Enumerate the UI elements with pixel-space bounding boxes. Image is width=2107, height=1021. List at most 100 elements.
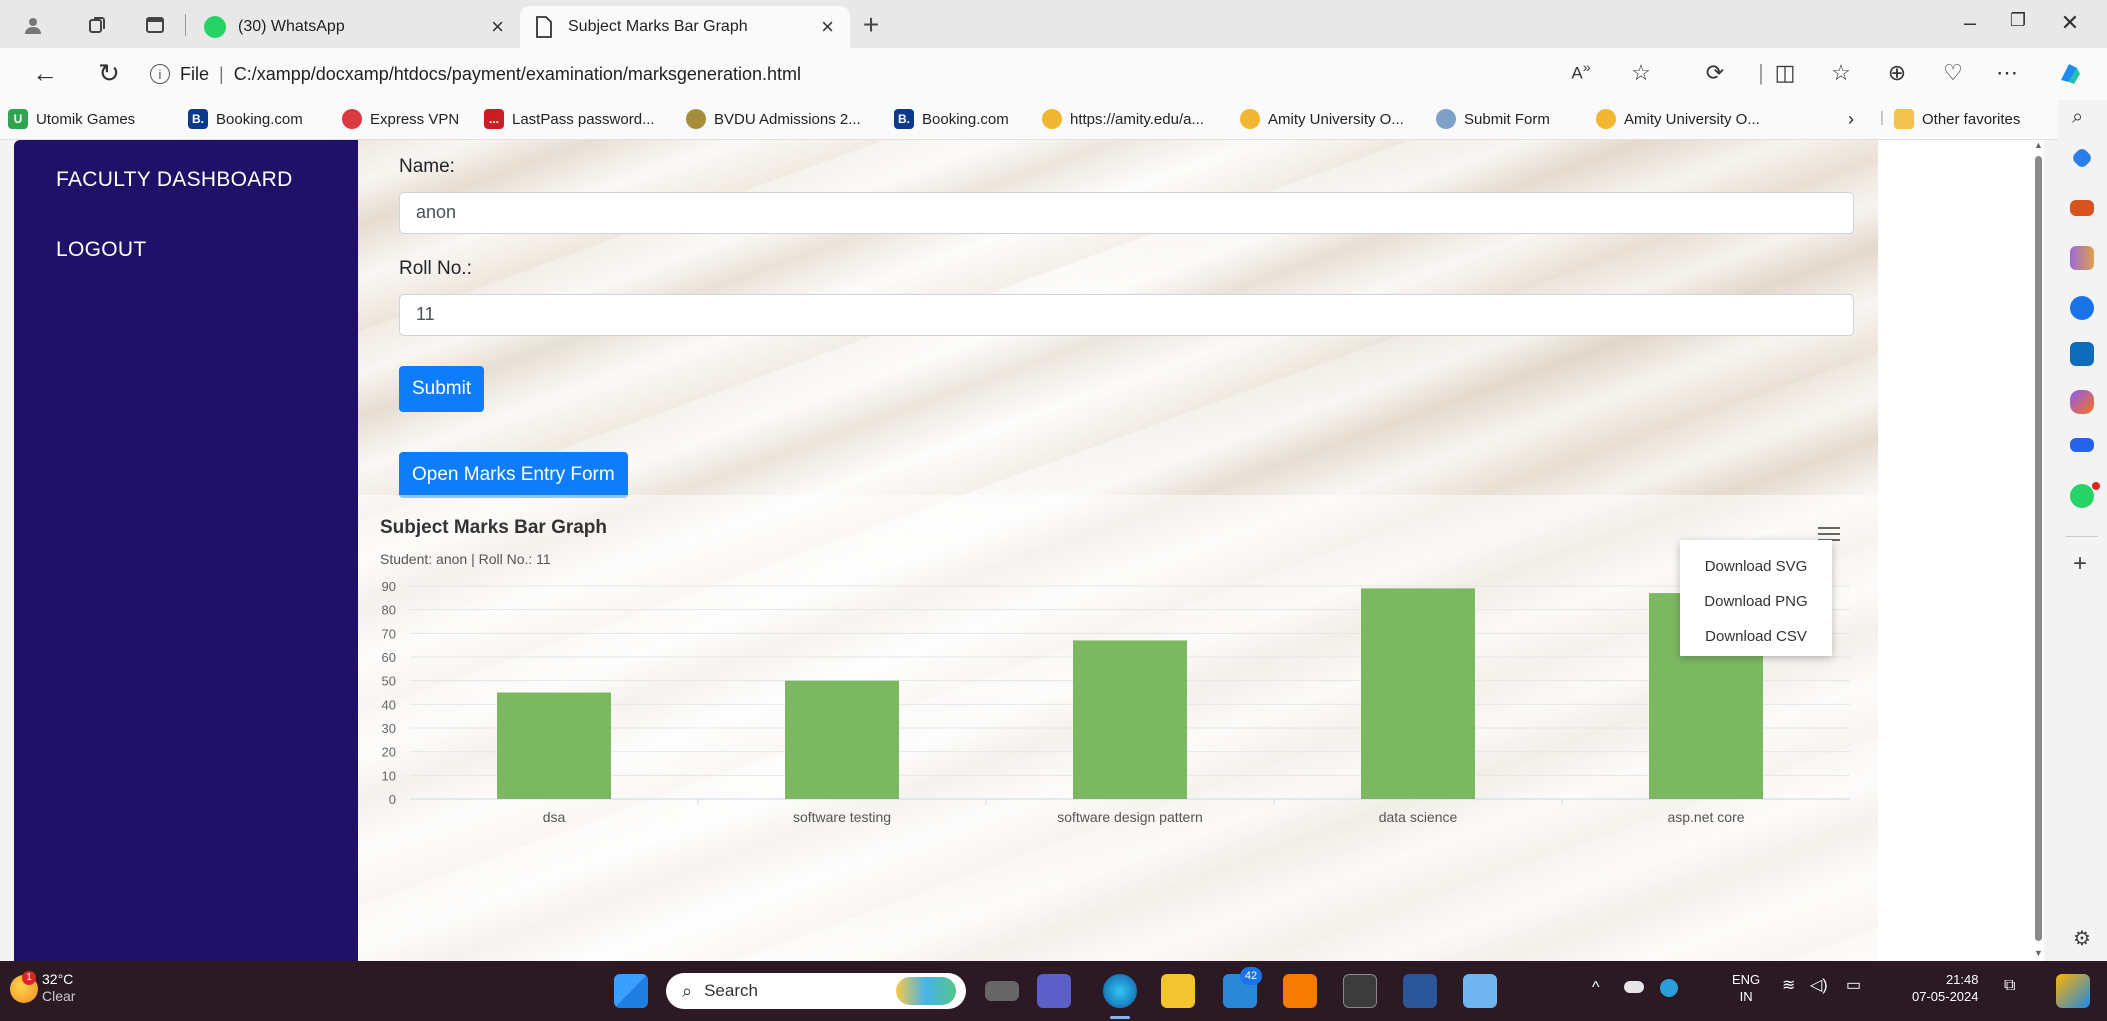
file-explorer-icon[interactable] [1161, 974, 1195, 1008]
onedrive-icon[interactable] [1624, 981, 1644, 993]
store-badge: 42 [1240, 967, 1262, 985]
favorite-item[interactable]: Express VPN [342, 109, 459, 129]
window-close-icon[interactable]: ✕ [2055, 10, 2085, 36]
active-app-indicator [1110, 1016, 1130, 1019]
tab-whatsapp[interactable]: (30) WhatsApp × [190, 6, 520, 48]
scroll-up-icon[interactable]: ▲ [2034, 140, 2043, 150]
taskbar: 1 32°C Clear ⌕ Search 42 ^ ENG IN ≋ ◁) ▭… [0, 961, 2107, 1021]
scroll-down-icon[interactable]: ▼ [2034, 948, 2043, 958]
expressvpn-icon [342, 109, 362, 129]
sidebar-item-logout[interactable]: LOGOUT [56, 238, 146, 262]
read-aloud-icon[interactable]: A» [1566, 60, 1596, 84]
favorite-item[interactable]: ... LastPass password... [484, 109, 655, 129]
sidebar-item-dashboard[interactable]: FACULTY DASHBOARD [56, 168, 293, 192]
clock-date: 07-05-2024 [1912, 989, 1979, 1004]
favorite-item[interactable]: U Utomik Games [8, 109, 135, 129]
favorite-item[interactable]: Submit Form [1436, 109, 1550, 129]
download-png-item[interactable]: Download PNG [1680, 585, 1832, 620]
url-text: C:/xampp/docxamp/htdocs/payment/examinat… [233, 63, 801, 84]
battery-icon[interactable]: ▭ [1846, 977, 1861, 994]
weather-badge: 1 [22, 971, 36, 985]
volume-icon[interactable]: ◁) [1810, 977, 1828, 994]
more-menu-icon[interactable]: ⋯ [1992, 60, 2022, 86]
bvdu-icon [686, 109, 706, 129]
refresh-icon[interactable]: ↻ [92, 60, 126, 86]
weather-temp: 32°C [42, 971, 74, 987]
tab-actions-icon[interactable] [142, 12, 168, 38]
collections-icon[interactable]: ⊕ [1882, 60, 1912, 86]
restore-icon[interactable]: ❐ [2003, 10, 2033, 31]
search-icon[interactable]: ⌕ [2072, 106, 2083, 129]
favorites-overflow-icon[interactable]: › [1848, 109, 1854, 130]
favorite-star-icon[interactable]: ☆ [1626, 60, 1656, 86]
favorite-item[interactable]: BVDU Admissions 2... [686, 109, 861, 129]
start-icon[interactable] [614, 974, 648, 1008]
tag-icon[interactable] [2070, 146, 2094, 170]
tab-subject-marks[interactable]: Subject Marks Bar Graph × [520, 6, 850, 48]
download-svg-item[interactable]: Download SVG [1680, 550, 1832, 585]
whatsapp-icon[interactable] [2070, 484, 2094, 508]
favorite-item[interactable]: Amity University O... [1596, 109, 1760, 129]
favorite-item[interactable]: https://amity.edu/a... [1042, 109, 1204, 129]
close-icon[interactable]: × [821, 14, 834, 40]
browser-essentials-icon[interactable]: ♡ [1938, 60, 1968, 86]
taskbar-search[interactable]: ⌕ Search [666, 973, 966, 1009]
amity-shield-icon [1042, 109, 1062, 129]
minimize-icon[interactable]: – [1955, 10, 1985, 36]
send-icon[interactable] [2070, 438, 2094, 452]
add-icon[interactable]: + [2073, 550, 2087, 578]
profile-icon[interactable] [20, 12, 46, 38]
url-field[interactable]: i File | C:/xampp/docxamp/htdocs/payment… [150, 54, 1690, 94]
notifications-icon[interactable]: ⧉ [2004, 977, 2015, 994]
download-csv-item[interactable]: Download CSV [1680, 620, 1832, 655]
close-icon[interactable]: × [491, 14, 504, 40]
favorite-item[interactable]: B. Booking.com [188, 109, 303, 129]
designer-icon[interactable] [2070, 390, 2094, 414]
scrollbar-thumb[interactable] [2035, 156, 2042, 941]
open-marks-entry-form-button[interactable]: Open Marks Entry Form [399, 452, 628, 498]
word-icon[interactable] [1403, 974, 1437, 1008]
extensions-icon[interactable]: ⟳ [1700, 60, 1730, 86]
task-view-icon[interactable] [985, 981, 1019, 1001]
outlook-icon[interactable] [2070, 342, 2094, 366]
weather-widget[interactable]: 32°C Clear [42, 971, 75, 1005]
teams-icon[interactable] [1037, 974, 1071, 1008]
back-icon[interactable]: ← [28, 60, 62, 86]
clock[interactable]: 21:48 07-05-2024 [1912, 971, 1979, 1005]
favorite-item[interactable]: Amity University O... [1240, 109, 1404, 129]
games-icon[interactable] [2070, 246, 2094, 270]
shopping-icon[interactable] [2070, 200, 2094, 216]
favorite-label: BVDU Admissions 2... [714, 110, 861, 128]
submit-button[interactable]: Submit [399, 366, 485, 412]
sidebar-divider [2066, 536, 2098, 537]
favorite-label: LastPass password... [512, 110, 655, 128]
new-tab-icon[interactable]: + [858, 9, 884, 40]
language-top: ENG [1732, 972, 1761, 987]
info-icon[interactable]: i [150, 64, 170, 84]
show-hidden-icons[interactable]: ^ [1592, 979, 1600, 996]
xampp-icon[interactable] [1283, 974, 1317, 1008]
notepad-icon[interactable] [1463, 974, 1497, 1008]
edge-icon[interactable] [1103, 974, 1137, 1008]
settings-icon[interactable]: ⚙ [2073, 926, 2091, 951]
terminal-icon[interactable] [1343, 974, 1377, 1008]
favorites-icon[interactable]: ☆ [1826, 60, 1856, 86]
page-scrollbar[interactable]: ▲ ▼ [2032, 140, 2044, 961]
name-input[interactable]: anon [399, 192, 1854, 234]
favorite-item[interactable]: B. Booking.com [894, 109, 1009, 129]
submit-form-icon [1436, 109, 1456, 129]
security-icon[interactable] [1660, 979, 1678, 997]
folder-icon [1894, 109, 1914, 129]
split-screen-icon[interactable]: ◫ [1770, 60, 1800, 86]
other-favorites[interactable]: Other favorites [1894, 109, 2020, 129]
workspaces-icon[interactable] [84, 12, 110, 38]
notification-dot [2092, 482, 2100, 490]
wifi-icon[interactable]: ≋ [1782, 977, 1795, 994]
main-content [358, 140, 1878, 961]
copilot-icon[interactable] [2054, 60, 2084, 92]
copilot-taskbar-icon[interactable] [2056, 974, 2090, 1008]
language-indicator[interactable]: ENG IN [1732, 971, 1760, 1005]
office-icon[interactable] [2070, 296, 2094, 320]
name-label: Name: [399, 156, 455, 177]
roll-input[interactable]: 11 [399, 294, 1854, 336]
